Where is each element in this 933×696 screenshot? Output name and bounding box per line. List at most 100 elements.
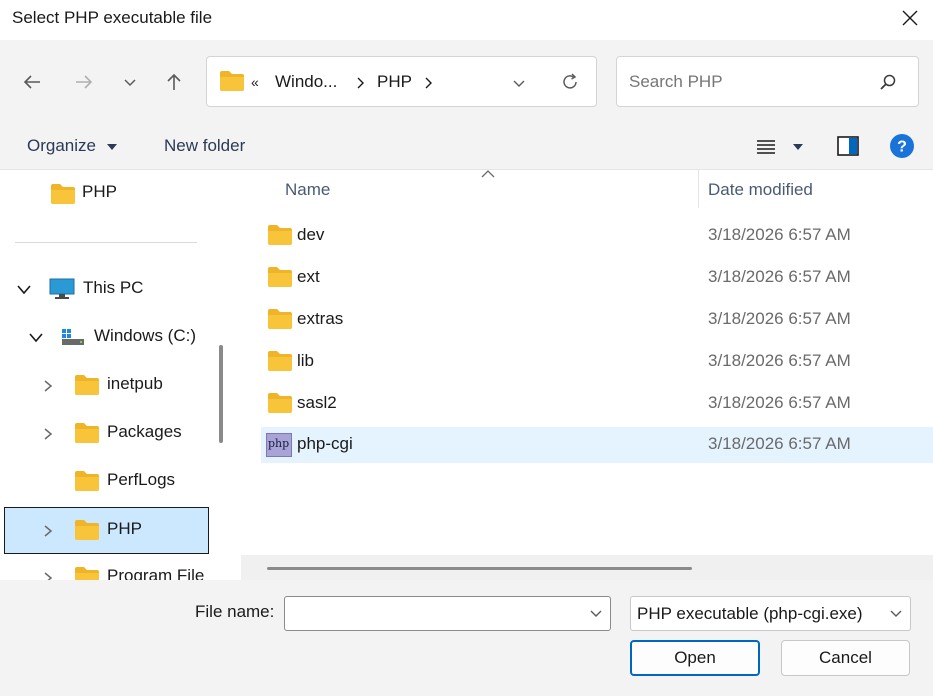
- search-box[interactable]: [616, 56, 919, 107]
- close-icon: [902, 10, 918, 26]
- file-name-combobox[interactable]: [284, 596, 611, 631]
- chevron-right-icon[interactable]: [43, 427, 53, 441]
- column-divider[interactable]: [698, 170, 699, 208]
- search-icon[interactable]: [879, 73, 897, 91]
- chevron-right-icon[interactable]: [43, 524, 53, 538]
- file-row[interactable]: dev 3/18/2026 6:57 AM: [261, 218, 933, 254]
- file-type-value: PHP executable (php-cgi.exe): [637, 604, 863, 623]
- file-date: 3/18/2026 6:57 AM: [708, 267, 851, 286]
- sidebar-item-label: inetpub: [107, 374, 163, 393]
- sidebar-item-inetpub[interactable]: inetpub: [0, 362, 215, 408]
- folder-icon: [268, 225, 292, 245]
- window-title: Select PHP executable file: [12, 8, 213, 27]
- file-type-select[interactable]: PHP executable (php-cgi.exe): [630, 596, 911, 631]
- refresh-icon[interactable]: [560, 72, 580, 92]
- file-name-input[interactable]: [285, 597, 575, 630]
- folder-icon: [268, 393, 292, 413]
- chevron-down-icon[interactable]: [28, 332, 44, 344]
- sidebar-item-php-quick[interactable]: PHP: [0, 170, 215, 216]
- help-icon[interactable]: ?: [890, 134, 914, 158]
- file-date: 3/18/2026 6:57 AM: [708, 309, 851, 328]
- chevron-right-icon[interactable]: [423, 76, 433, 90]
- sidebar-item-label: PHP: [82, 182, 117, 201]
- file-name: lib: [297, 351, 315, 370]
- chevron-down-icon[interactable]: [589, 608, 603, 620]
- folder-icon: [75, 471, 99, 491]
- chevron-down-icon: [124, 79, 136, 87]
- open-button[interactable]: Open: [630, 640, 760, 676]
- sidebar-item-label: Packages: [107, 422, 182, 441]
- file-name: sasl2: [297, 393, 337, 412]
- address-bar[interactable]: « Windo... PHP: [206, 56, 597, 107]
- cancel-button[interactable]: Cancel: [781, 640, 910, 676]
- folder-icon: [220, 71, 244, 91]
- sidebar-item-php[interactable]: PHP: [4, 507, 209, 554]
- file-row[interactable]: extras 3/18/2026 6:57 AM: [261, 302, 933, 338]
- column-header-name[interactable]: Name: [285, 180, 330, 200]
- file-row[interactable]: lib 3/18/2026 6:57 AM: [261, 344, 933, 380]
- file-row[interactable]: sasl2 3/18/2026 6:57 AM: [261, 386, 933, 422]
- folder-icon: [75, 375, 99, 395]
- sidebar-item-windows-c[interactable]: Windows (C:): [0, 314, 215, 360]
- navigation-pane: PHP This PC Windows (C:) inetpub Package…: [0, 170, 235, 580]
- file-date: 3/18/2026 6:57 AM: [708, 393, 851, 412]
- up-button[interactable]: [160, 68, 188, 96]
- file-name: dev: [297, 225, 325, 244]
- file-date: 3/18/2026 6:57 AM: [708, 225, 851, 244]
- folder-icon: [75, 520, 99, 540]
- folder-icon: [268, 351, 292, 371]
- command-bar: Organize New folder ?: [0, 124, 933, 170]
- navigation-bar: « Windo... PHP: [0, 40, 933, 124]
- caret-down-icon[interactable]: [792, 143, 804, 151]
- divider: [15, 242, 197, 243]
- column-header-date-modified[interactable]: Date modified: [708, 180, 813, 200]
- dialog-footer: File name: PHP executable (php-cgi.exe) …: [0, 580, 933, 696]
- breadcrumb-item[interactable]: Windo...: [275, 72, 337, 92]
- arrow-right-icon: [76, 75, 93, 89]
- breadcrumb-item[interactable]: PHP: [377, 72, 412, 92]
- file-name: ext: [297, 267, 320, 286]
- sidebar-item-label: Program File: [107, 566, 205, 580]
- sidebar-item-perflogs[interactable]: PerfLogs: [0, 458, 215, 504]
- close-button[interactable]: [887, 0, 933, 36]
- file-row[interactable]: ext 3/18/2026 6:57 AM: [261, 260, 933, 296]
- organize-button[interactable]: Organize: [27, 136, 96, 156]
- sidebar-item-label: PHP: [107, 519, 142, 538]
- folder-icon: [268, 267, 292, 287]
- chevron-right-icon[interactable]: [355, 76, 365, 90]
- chevron-down-icon[interactable]: [511, 75, 527, 91]
- folder-icon: [268, 309, 292, 329]
- sidebar-item-this-pc[interactable]: This PC: [0, 266, 215, 312]
- title-bar: Select PHP executable file: [0, 0, 933, 40]
- chevron-down-icon[interactable]: [889, 608, 903, 620]
- file-name: extras: [297, 309, 344, 328]
- folder-icon: [51, 184, 75, 204]
- search-input[interactable]: [617, 57, 867, 106]
- arrow-left-icon: [23, 75, 40, 89]
- sidebar-item-label: This PC: [83, 278, 144, 297]
- sidebar-item-packages[interactable]: Packages: [0, 410, 215, 456]
- caret-down-icon[interactable]: [106, 143, 118, 151]
- recent-locations-button[interactable]: [116, 68, 144, 96]
- file-name-label: File name:: [195, 602, 275, 621]
- file-row[interactable]: php php-cgi 3/18/2026 6:57 AM: [261, 427, 933, 463]
- chevron-down-icon[interactable]: [16, 284, 32, 296]
- new-folder-button[interactable]: New folder: [164, 136, 245, 156]
- chevron-right-icon[interactable]: [43, 379, 53, 393]
- drive-icon: [62, 329, 84, 345]
- forward-button[interactable]: [70, 68, 98, 96]
- folder-icon: [75, 423, 99, 443]
- breadcrumb-overflow[interactable]: «: [251, 74, 259, 90]
- scrollbar-thumb[interactable]: [267, 567, 692, 570]
- view-options-icon[interactable]: [756, 138, 776, 156]
- svg-text:?: ?: [897, 139, 907, 156]
- sidebar-item-program-files[interactable]: Program File: [0, 554, 215, 580]
- preview-pane-icon[interactable]: [837, 136, 859, 156]
- back-button[interactable]: [18, 68, 46, 96]
- sort-ascending-icon: [481, 170, 495, 178]
- chevron-right-icon[interactable]: [43, 571, 53, 580]
- horizontal-scrollbar[interactable]: [241, 555, 933, 580]
- sidebar-scrollbar[interactable]: [219, 345, 223, 443]
- file-date: 3/18/2026 6:57 AM: [708, 434, 851, 453]
- file-date: 3/18/2026 6:57 AM: [708, 351, 851, 370]
